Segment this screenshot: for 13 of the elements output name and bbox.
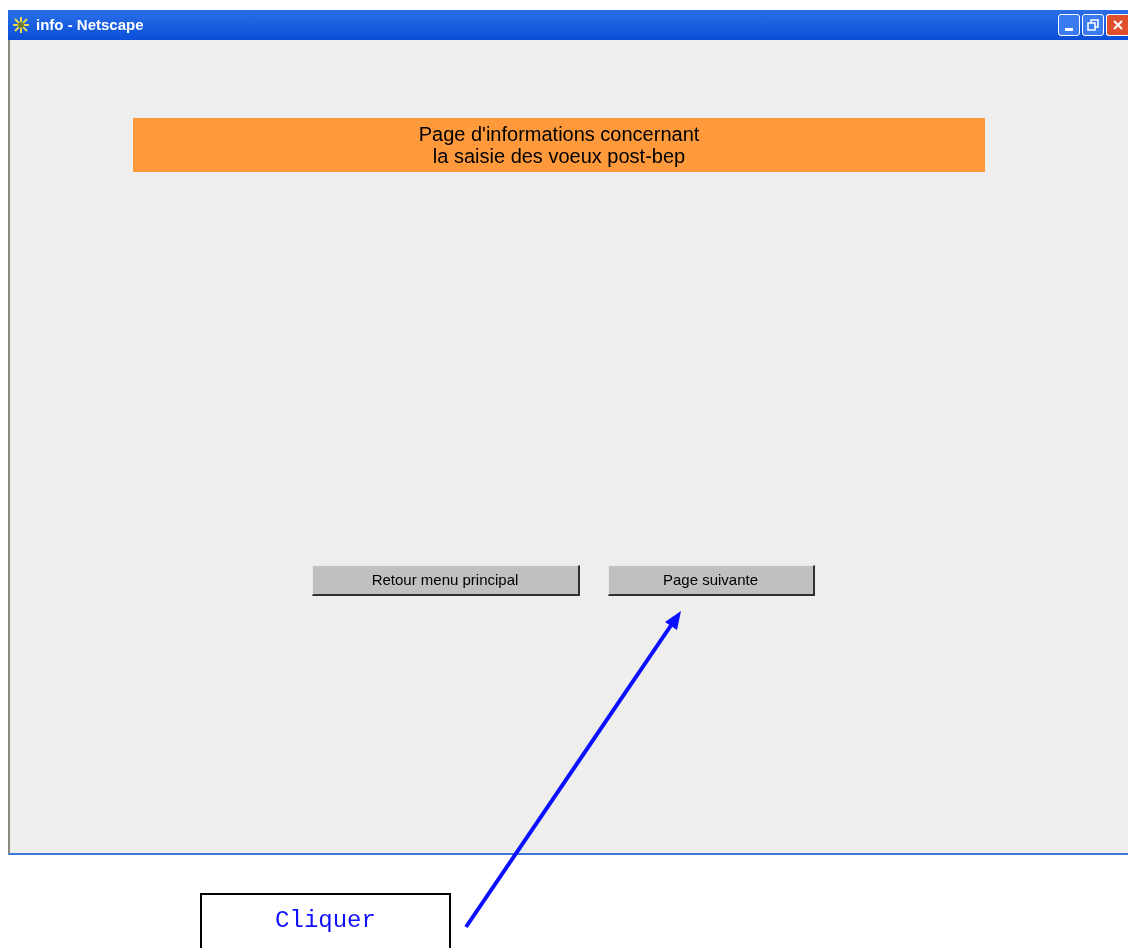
next-page-button[interactable]: Page suivante xyxy=(607,565,815,596)
close-button[interactable] xyxy=(1106,14,1128,36)
restore-icon xyxy=(1087,19,1099,31)
restore-button[interactable] xyxy=(1082,14,1104,36)
banner-text: la saisie des voeux post-bep xyxy=(432,145,686,167)
minimize-button[interactable] xyxy=(1058,14,1080,36)
close-icon xyxy=(1111,19,1124,31)
star-icon xyxy=(12,16,30,34)
minimize-icon xyxy=(1065,28,1073,31)
window-title: info - Netscape xyxy=(36,14,144,35)
callout-text: Cliquer xyxy=(275,907,376,936)
banner-text: Page d'informations concernant xyxy=(418,123,700,145)
main-menu-button[interactable]: Retour menu principal xyxy=(311,565,580,596)
